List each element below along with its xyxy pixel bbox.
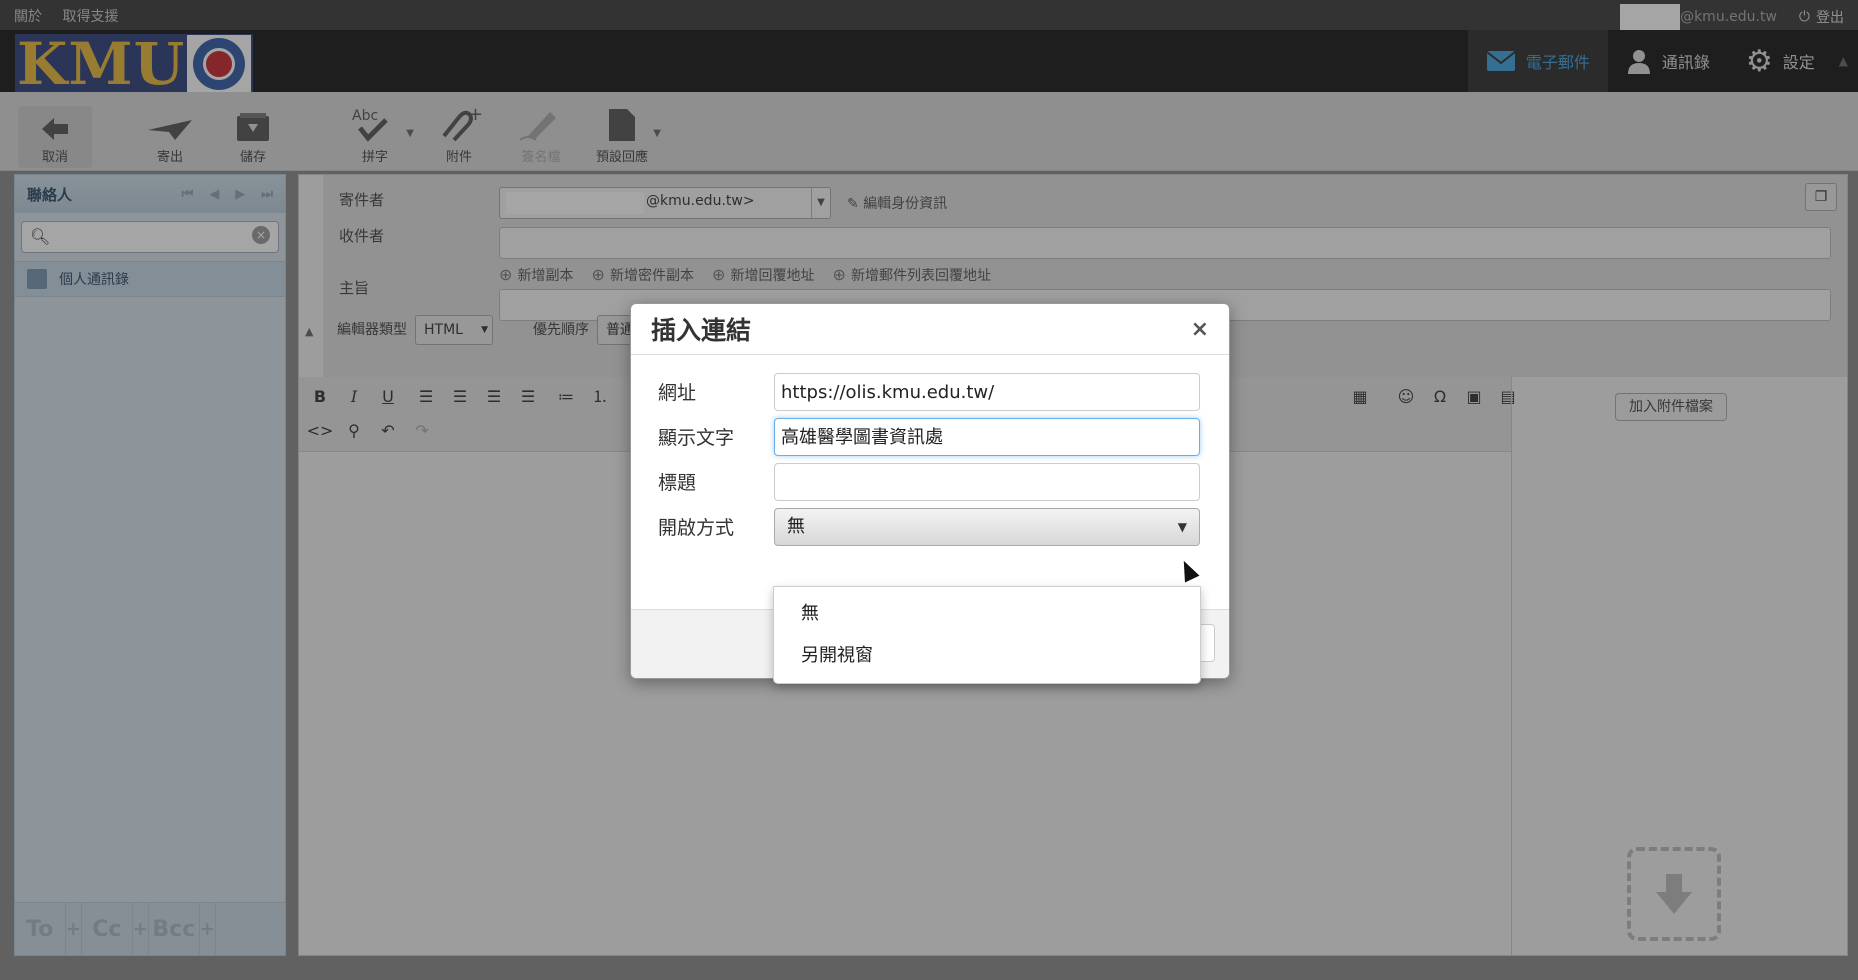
option-none[interactable]: 無 [774,593,1200,635]
open-mode-value: 無 [787,516,805,537]
display-text-label: 顯示文字 [658,427,735,449]
display-text-input[interactable]: 高雄醫學圖書資訊處 [774,418,1200,456]
link-title-label: 標題 [658,472,697,494]
chevron-down-icon: ▼ [1177,520,1187,534]
close-icon[interactable]: × [1191,317,1209,342]
link-title-input[interactable] [774,463,1200,501]
open-mode-select[interactable]: 無 ▼ [774,508,1200,546]
url-input[interactable]: https://olis.kmu.edu.tw/ [774,373,1200,411]
open-mode-label: 開啟方式 [658,517,735,539]
option-new-window[interactable]: 另開視窗 [774,635,1200,677]
open-mode-options: 無 另開視窗 [773,586,1201,684]
dialog-header: 插入連結 × [631,304,1229,355]
dialog-title: 插入連結 [651,316,752,345]
url-label: 網址 [658,382,697,404]
